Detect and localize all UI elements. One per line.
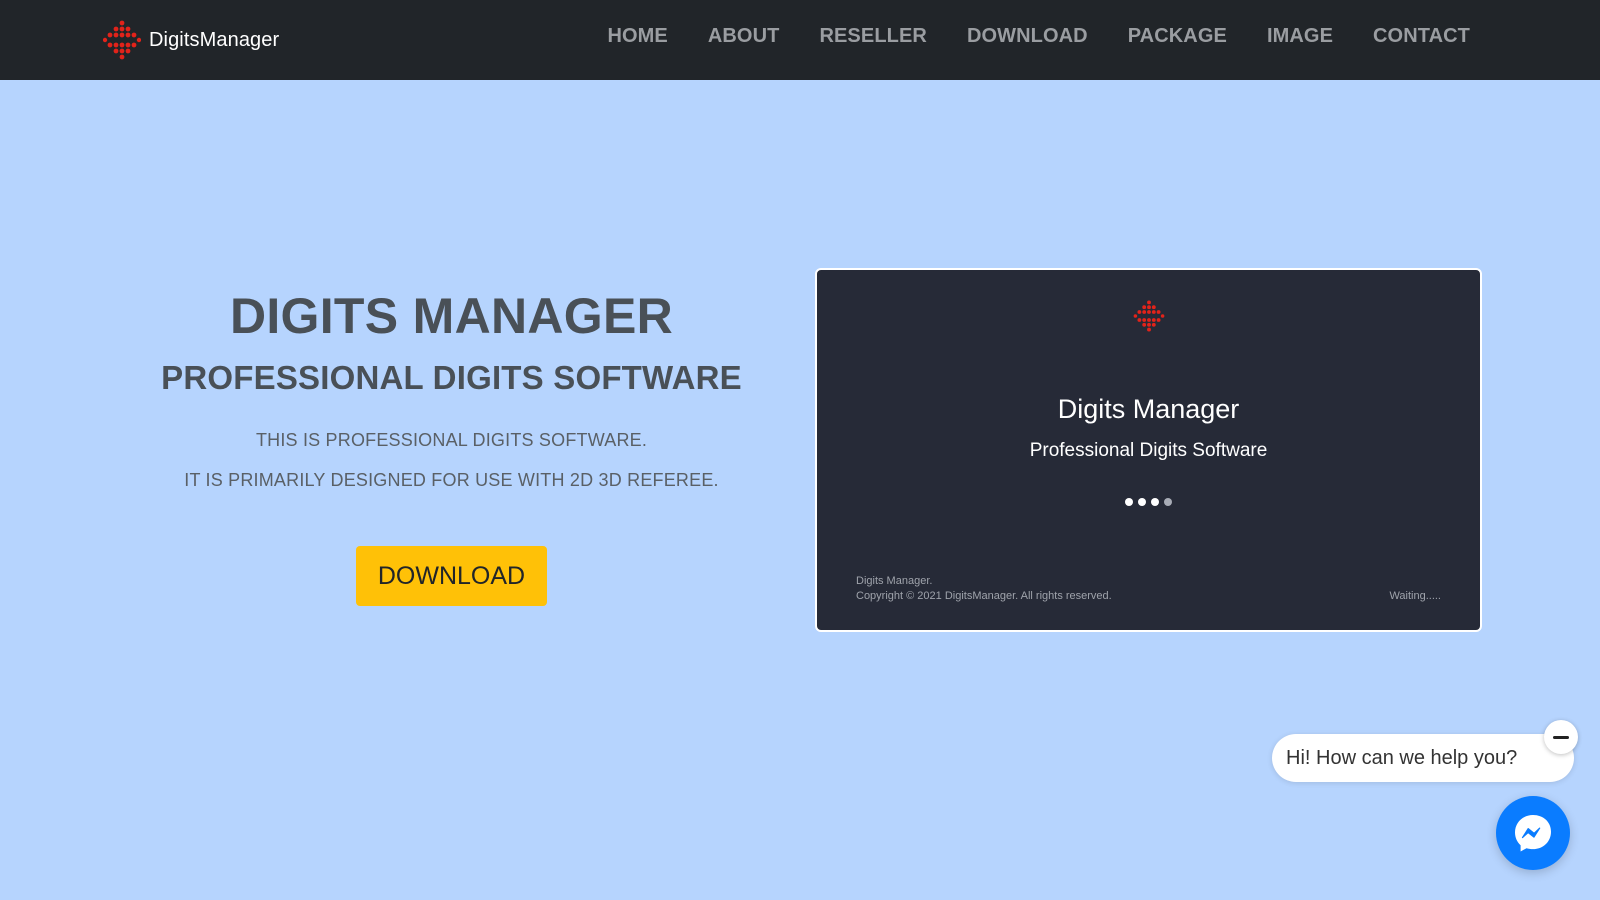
splash-title: Digits Manager bbox=[1057, 394, 1240, 424]
top-navbar: DigitsManager HOME ABOUT RESELLER DOWNLO… bbox=[0, 0, 1600, 80]
app-splash-preview: Digits Manager Professional Digits Softw… bbox=[815, 268, 1482, 632]
chat-minimize-button[interactable] bbox=[1544, 720, 1578, 754]
brand-name: DigitsManager bbox=[149, 28, 280, 51]
messenger-chat-button[interactable] bbox=[1496, 796, 1570, 870]
brand-logo-icon bbox=[103, 20, 141, 60]
splash-subtitle: Professional Digits Software bbox=[1029, 440, 1268, 461]
nav-about[interactable]: ABOUT bbox=[708, 25, 780, 48]
loading-dot bbox=[1164, 498, 1172, 506]
hero-title: DIGITS MANAGER bbox=[229, 288, 674, 344]
hero-section: DIGITS MANAGER PROFESSIONAL DIGITS SOFTW… bbox=[150, 280, 753, 606]
chat-greeting-text: Hi! How can we help you? bbox=[1286, 747, 1518, 769]
main-nav: HOME ABOUT RESELLER DOWNLOAD PACKAGE IMA… bbox=[567, 0, 1470, 72]
loading-dots-icon bbox=[817, 498, 1480, 506]
loading-dot bbox=[1125, 498, 1133, 506]
nav-contact[interactable]: CONTACT bbox=[1373, 25, 1470, 48]
splash-copyright: Digits Manager. Copyright © 2021 DigitsM… bbox=[856, 574, 1112, 604]
brand-link[interactable]: DigitsManager bbox=[103, 20, 279, 60]
nav-reseller[interactable]: RESELLER bbox=[819, 25, 926, 48]
nav-home[interactable]: HOME bbox=[607, 25, 667, 48]
download-button[interactable]: DOWNLOAD bbox=[355, 546, 548, 606]
loading-dot bbox=[1151, 498, 1159, 506]
hero-description-line: IT IS PRIMARILY DESIGNED FOR USE WITH 2D… bbox=[184, 470, 719, 490]
loading-dot bbox=[1138, 498, 1146, 506]
messenger-icon bbox=[1515, 815, 1551, 852]
minus-icon bbox=[1553, 735, 1569, 739]
nav-package[interactable]: PACKAGE bbox=[1128, 25, 1227, 48]
chat-greeting-bubble[interactable]: Hi! How can we help you? bbox=[1272, 734, 1574, 782]
nav-download[interactable]: DOWNLOAD bbox=[967, 25, 1088, 48]
hero-description-line: THIS IS PROFESSIONAL DIGITS SOFTWARE. bbox=[255, 430, 648, 450]
app-logo-icon bbox=[1133, 300, 1165, 332]
splash-footer-line: Digits Manager. bbox=[856, 575, 933, 587]
nav-image[interactable]: IMAGE bbox=[1267, 25, 1333, 48]
hero-subtitle: PROFESSIONAL DIGITS SOFTWARE bbox=[161, 359, 742, 396]
splash-footer-line: Copyright © 2021 DigitsManager. All righ… bbox=[856, 590, 1112, 602]
splash-status: Waiting..... bbox=[1389, 590, 1441, 602]
